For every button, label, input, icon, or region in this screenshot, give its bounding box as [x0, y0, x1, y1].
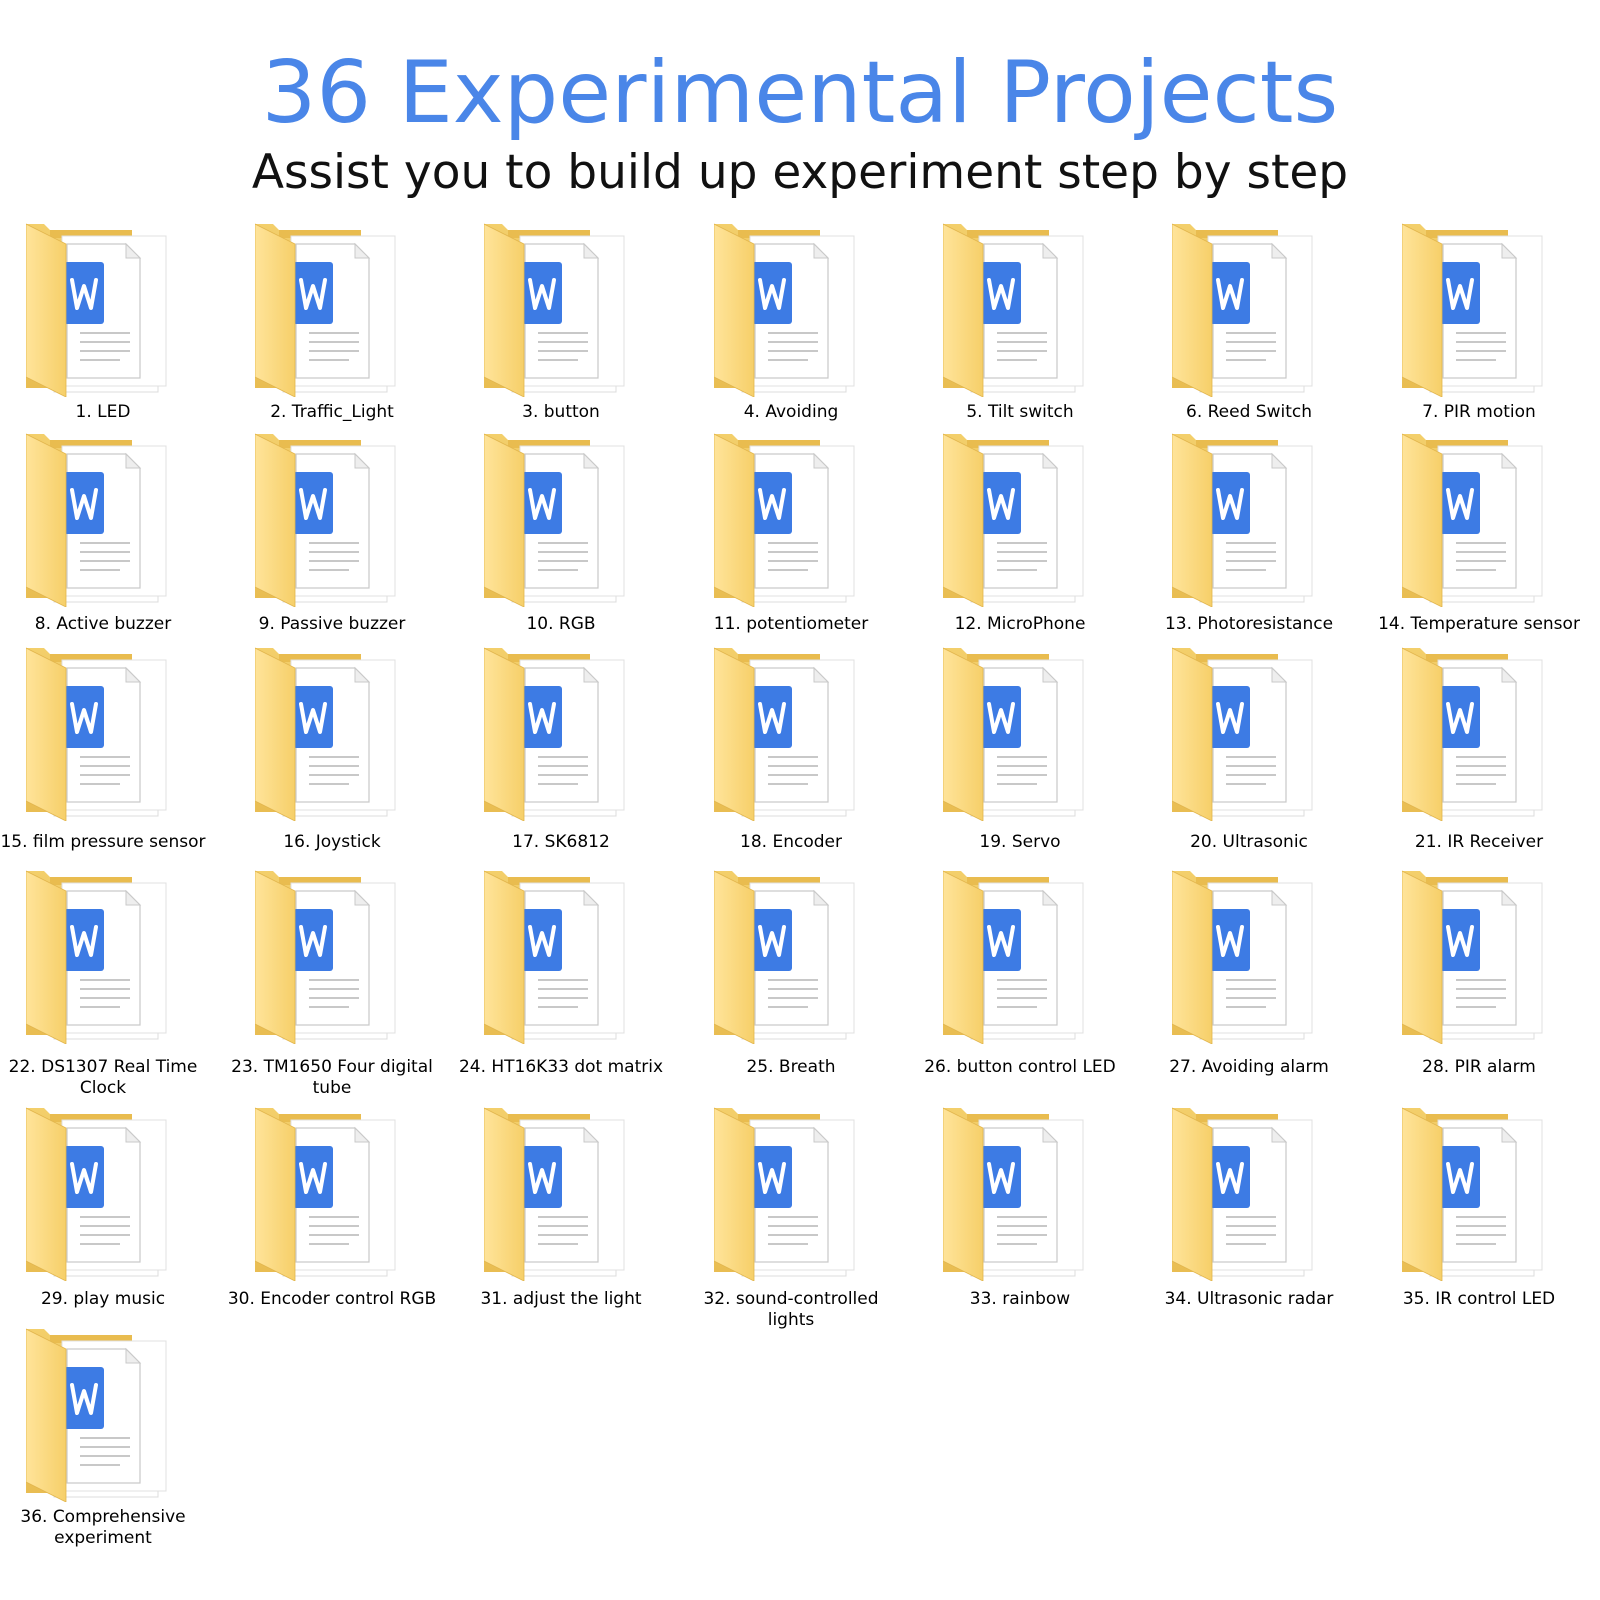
project-folder-label: 15. film pressure sensor [0, 832, 206, 852]
project-folder-label: 35. IR control LED [1402, 1289, 1556, 1309]
word-document-folder-icon[interactable] [942, 432, 1093, 608]
word-document-folder-icon[interactable] [1401, 869, 1552, 1045]
word-document-folder-icon[interactable] [1171, 222, 1322, 398]
project-folder-label: 32. sound-controlled lights [703, 1289, 879, 1330]
project-folder-label: 19. Servo [979, 832, 1061, 852]
project-folder-label: 7. PIR motion [1422, 402, 1536, 422]
word-document-folder-icon[interactable] [254, 1106, 405, 1282]
project-folder-label: 28. PIR alarm [1422, 1057, 1536, 1077]
project-folder-label: 16. Joystick [283, 832, 381, 852]
word-document-folder-icon[interactable] [483, 432, 634, 608]
word-document-folder-icon[interactable] [1401, 222, 1552, 398]
word-document-folder-icon[interactable] [713, 222, 864, 398]
word-document-folder-icon[interactable] [254, 869, 405, 1045]
project-folder-label: 27. Avoiding alarm [1169, 1057, 1329, 1077]
project-folder-label: 36. Comprehensive experiment [20, 1507, 186, 1548]
word-document-folder-icon[interactable] [1171, 432, 1322, 608]
project-folder-label: 8. Active buzzer [34, 614, 172, 634]
project-folder-label: 20. Ultrasonic [1190, 832, 1308, 852]
word-document-folder-icon[interactable] [1401, 432, 1552, 608]
project-folder-label: 34. Ultrasonic radar [1164, 1289, 1334, 1309]
project-folder-label: 10. RGB [526, 614, 596, 634]
word-document-folder-icon[interactable] [713, 1106, 864, 1282]
project-folder-label: 12. MicroPhone [954, 614, 1086, 634]
project-folder-label: 29. play music [40, 1289, 166, 1309]
word-document-folder-icon[interactable] [483, 869, 634, 1045]
project-folder-label: 24. HT16K33 dot matrix [458, 1057, 664, 1077]
word-document-folder-icon[interactable] [1171, 869, 1322, 1045]
word-document-folder-icon[interactable] [1171, 1106, 1322, 1282]
word-document-folder-icon[interactable] [25, 646, 176, 822]
project-folder-label: 11. potentiometer [713, 614, 869, 634]
project-folder-label: 23. TM1650 Four digital tube [231, 1057, 433, 1098]
page-subtitle: Assist you to build up experiment step b… [251, 145, 1349, 200]
word-document-folder-icon[interactable] [713, 432, 864, 608]
project-folder-label: 17. SK6812 [512, 832, 610, 852]
project-folder-label: 4. Avoiding [743, 402, 839, 422]
word-document-folder-icon[interactable] [942, 1106, 1093, 1282]
word-document-folder-icon[interactable] [483, 646, 634, 822]
page-title: 36 Experimental Projects [261, 43, 1339, 143]
project-folder-label: 2. Traffic_Light [270, 402, 394, 422]
word-document-folder-icon[interactable] [254, 222, 405, 398]
word-document-folder-icon[interactable] [254, 646, 405, 822]
word-document-folder-icon[interactable] [713, 869, 864, 1045]
project-folder-label: 14. Temperature sensor [1378, 614, 1580, 634]
project-folder-label: 5. Tilt switch [966, 402, 1074, 422]
project-folder-label: 26. button control LED [924, 1057, 1116, 1077]
word-document-folder-icon[interactable] [25, 1106, 176, 1282]
word-document-folder-icon[interactable] [1171, 646, 1322, 822]
project-folder-label: 13. Photoresistance [1164, 614, 1334, 634]
project-folder-label: 25. Breath [746, 1057, 836, 1077]
word-document-folder-icon[interactable] [942, 222, 1093, 398]
project-folder-label: 22. DS1307 Real Time Clock [8, 1057, 198, 1098]
word-document-folder-icon[interactable] [483, 222, 634, 398]
word-document-folder-icon[interactable] [1401, 646, 1552, 822]
project-folder-label: 21. IR Receiver [1414, 832, 1544, 852]
project-folder-label: 33. rainbow [969, 1289, 1071, 1309]
project-folder-label: 3. button [522, 402, 600, 422]
project-folder-label: 30. Encoder control RGB [227, 1289, 437, 1309]
word-document-folder-icon[interactable] [713, 646, 864, 822]
word-document-folder-icon[interactable] [25, 222, 176, 398]
project-folder-label: 18. Encoder [740, 832, 842, 852]
project-folder-label: 1. LED [75, 402, 131, 422]
project-folder-label: 6. Reed Switch [1186, 402, 1312, 422]
word-document-folder-icon[interactable] [483, 1106, 634, 1282]
word-document-folder-icon[interactable] [1401, 1106, 1552, 1282]
word-document-folder-icon[interactable] [942, 869, 1093, 1045]
word-document-folder-icon[interactable] [942, 646, 1093, 822]
word-document-folder-icon[interactable] [25, 869, 176, 1045]
word-document-folder-icon[interactable] [254, 432, 405, 608]
word-document-folder-icon[interactable] [25, 432, 176, 608]
project-folder-label: 9. Passive buzzer [258, 614, 406, 634]
word-document-folder-icon[interactable] [25, 1327, 176, 1503]
project-folder-label: 31. adjust the light [480, 1289, 642, 1309]
